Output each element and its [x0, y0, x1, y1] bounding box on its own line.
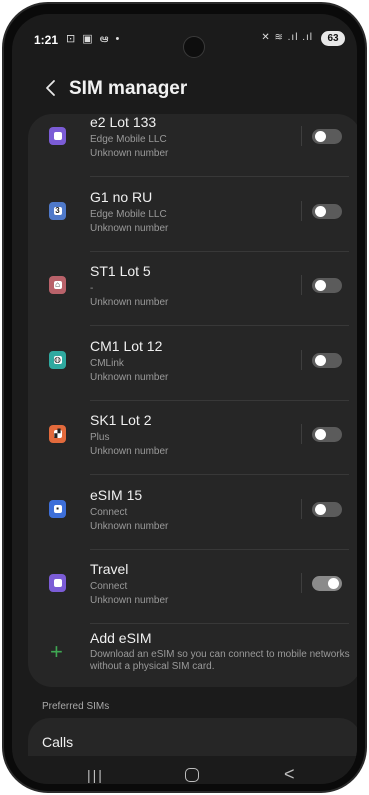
- sim-name: G1 no RU: [90, 188, 153, 205]
- toggle-knob: [315, 429, 326, 440]
- sim-carrier: Plus: [90, 432, 110, 443]
- plus-icon: +: [50, 639, 63, 664]
- add-esim-description: Download an eSIM so you can connect to m…: [90, 649, 350, 672]
- sim-list-item[interactable]: ▞ SK1 Lot 2 Plus Unknown number: [28, 400, 357, 475]
- sim-card-icon: ▪: [49, 499, 66, 518]
- sim-card-glyph: ▞: [53, 429, 62, 438]
- sim-list-item[interactable]: 3 G1 no RU Edge Mobile LLC Unknown number: [28, 177, 357, 252]
- sim-number: Unknown number: [90, 520, 169, 532]
- sim-number: Unknown number: [90, 297, 169, 308]
- sim-toggle-switch[interactable]: [312, 129, 342, 144]
- status-time: 1:21: [34, 33, 59, 47]
- sim-name: CM1 Lot 12: [90, 337, 163, 354]
- vertical-divider: [301, 573, 302, 593]
- add-esim-title: Add eSIM: [90, 630, 152, 646]
- sim-list-item[interactable]: e2 Lot 133 Edge Mobile LLC Unknown number: [28, 114, 357, 177]
- toggle-knob: [315, 280, 326, 291]
- sim-list-item[interactable]: ▪ eSIM 15 Connect Unknown number: [28, 475, 357, 550]
- sim-name: e2 Lot 133: [90, 114, 157, 130]
- sim-carrier: Edge Mobile LLC: [90, 208, 167, 220]
- toggle-knob: [315, 354, 326, 366]
- vertical-divider: [301, 424, 302, 444]
- sim-list-item[interactable]: ◍ CM1 Lot 12 CMLink Unknown number: [28, 326, 357, 401]
- vertical-divider: [301, 498, 302, 519]
- sim-number: Unknown number: [90, 371, 169, 383]
- calls-label: Calls: [42, 734, 74, 750]
- sim-carrier: CMLink: [90, 357, 124, 369]
- notification-icons: ⊡ ▣ ఆ •: [66, 33, 122, 45]
- home-icon[interactable]: [185, 768, 199, 782]
- toggle-knob: [315, 205, 326, 217]
- sim-card-glyph: [53, 132, 62, 140]
- sim-card-icon: [49, 574, 66, 592]
- signal-icons: ✕ ≋ .ıl .ıl: [261, 32, 313, 43]
- sim-number: Unknown number: [90, 446, 169, 457]
- sim-toggle-switch[interactable]: [312, 501, 342, 517]
- sim-name: ST1 Lot 5: [90, 263, 151, 279]
- sim-number: Unknown number: [90, 222, 169, 234]
- vertical-divider: [301, 200, 302, 221]
- sim-name: eSIM 15: [90, 486, 143, 503]
- sim-card-glyph: 3: [53, 205, 62, 215]
- sim-card-icon: [49, 127, 66, 145]
- sim-carrier: Connect: [90, 506, 128, 518]
- recent-apps-icon[interactable]: |||: [87, 767, 104, 783]
- vertical-divider: [301, 126, 302, 146]
- sim-toggle-switch[interactable]: [312, 576, 342, 591]
- sim-name: SK1 Lot 2: [90, 412, 152, 428]
- navigation-bar: ||| <: [12, 756, 357, 784]
- sim-number: Unknown number: [90, 595, 169, 606]
- page-title: SIM manager: [69, 78, 188, 99]
- sim-card-glyph: [53, 579, 62, 587]
- screen: 1:21 ⊡ ▣ ఆ • ✕ ≋ .ıl .ıl 63 SIM manager …: [12, 14, 357, 784]
- sim-card-icon: ▞: [49, 425, 66, 443]
- sim-card-glyph: ▪: [53, 504, 62, 513]
- sim-card-icon: 3: [49, 201, 66, 220]
- sim-number: Unknown number: [90, 148, 169, 159]
- vertical-divider: [301, 275, 302, 295]
- sim-toggle-switch[interactable]: [312, 352, 342, 368]
- sim-toggle-switch[interactable]: [312, 427, 342, 442]
- sim-card-glyph: ◍: [53, 354, 62, 364]
- sim-list-item[interactable]: Travel Connect Unknown number: [28, 549, 357, 624]
- sim-toggle-switch[interactable]: [312, 203, 342, 219]
- battery-icon: 63: [321, 31, 345, 46]
- sim-card-icon: ◍: [49, 350, 66, 369]
- sim-carrier: Connect: [90, 581, 128, 592]
- back-arrow-icon[interactable]: [40, 76, 62, 100]
- vertical-divider: [301, 349, 302, 370]
- sim-card-icon: ⌂: [49, 276, 66, 294]
- camera-cutout-icon: [183, 36, 205, 58]
- sim-list-card: e2 Lot 133 Edge Mobile LLC Unknown number 3…: [28, 114, 357, 687]
- toggle-knob: [328, 578, 339, 589]
- sim-carrier: -: [90, 283, 94, 294]
- sim-list-item[interactable]: ⌂ ST1 Lot 5 - Unknown number: [28, 251, 357, 326]
- nav-back-icon[interactable]: <: [284, 764, 295, 784]
- toggle-knob: [315, 131, 326, 142]
- sim-toggle-switch[interactable]: [312, 278, 342, 293]
- app-header: SIM manager: [12, 70, 357, 110]
- preferred-sims-heading: Preferred SIMs: [42, 701, 110, 712]
- add-esim-item[interactable]: + Add eSIM Download an eSIM so you can c…: [28, 624, 357, 687]
- sim-name: Travel: [90, 561, 129, 577]
- toggle-knob: [315, 503, 326, 515]
- sim-card-glyph: ⌂: [53, 280, 62, 289]
- status-bar: 1:21 ⊡ ▣ ఆ • ✕ ≋ .ıl .ıl 63: [12, 14, 357, 58]
- sim-carrier: Edge Mobile LLC: [90, 134, 167, 145]
